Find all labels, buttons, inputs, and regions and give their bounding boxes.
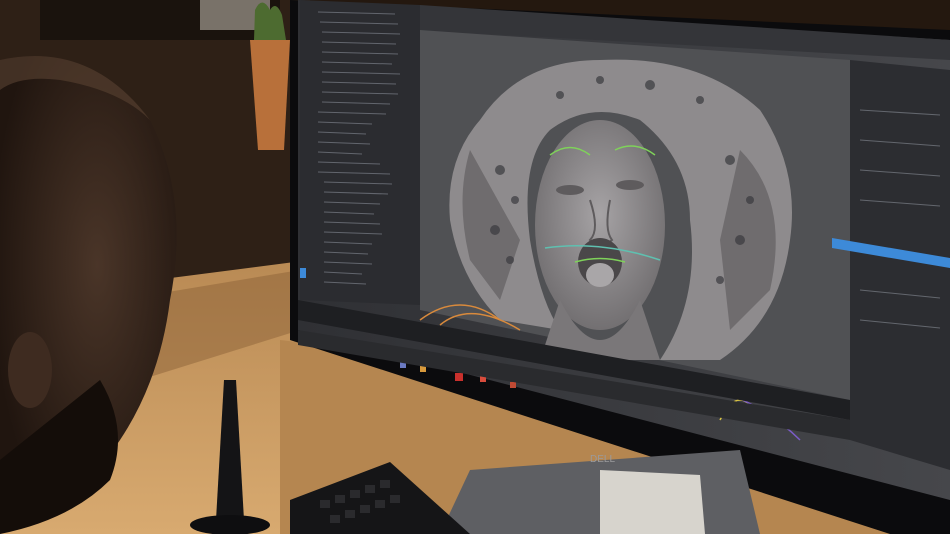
ear: [8, 332, 52, 408]
maya-logo-icon: [300, 268, 306, 278]
photo-scene: DELL: [0, 0, 950, 534]
scene-illustration: DELL: [0, 0, 950, 534]
monitor-brand-logo: DELL: [590, 454, 615, 465]
face-model: [535, 120, 665, 360]
